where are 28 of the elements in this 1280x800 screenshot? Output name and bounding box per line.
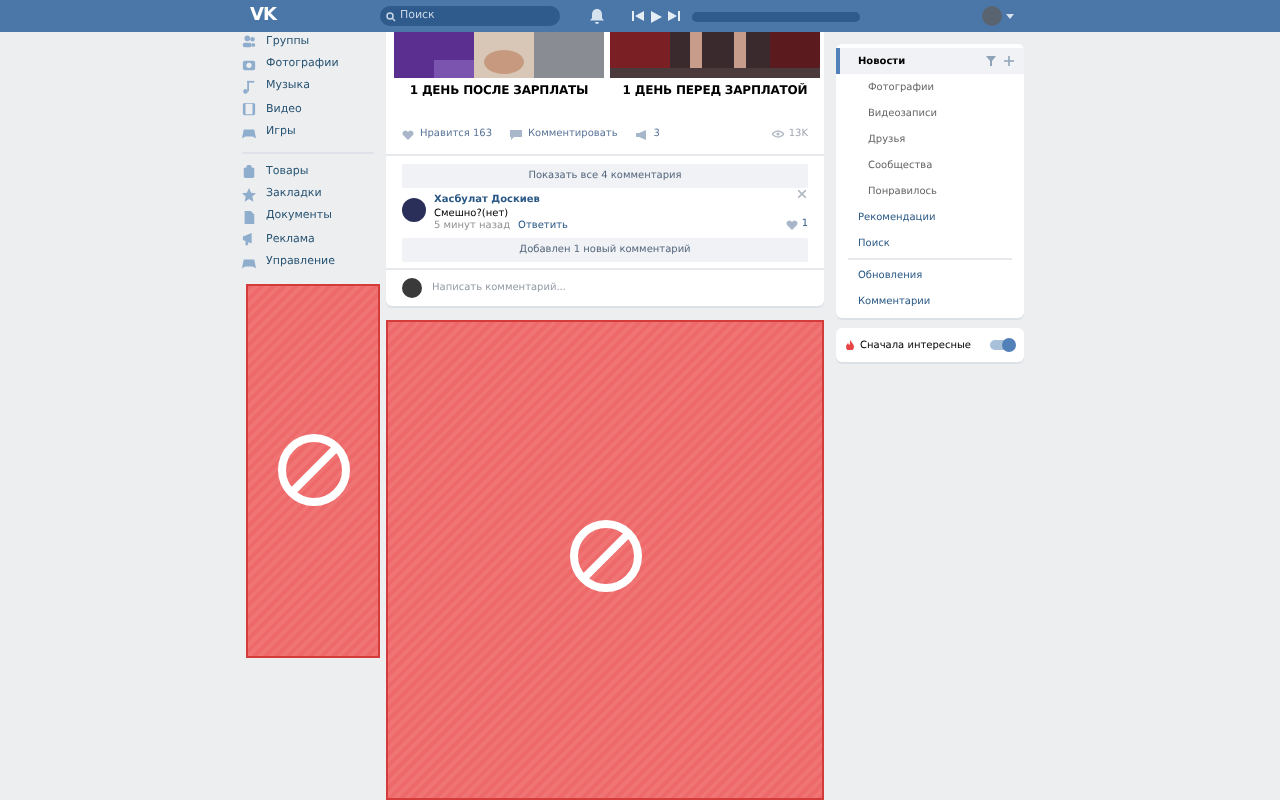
megaphone-icon: [635, 129, 648, 139]
toggle-switch[interactable]: [990, 340, 1014, 350]
ban-icon: [565, 515, 645, 595]
comment-like-icon: [785, 219, 798, 229]
search-icon: [385, 11, 396, 21]
add-icon[interactable]: [1004, 56, 1014, 66]
documents-icon: [242, 209, 256, 224]
speech-bubble-icon: [510, 129, 522, 139]
video-icon: [242, 102, 256, 117]
bell-icon[interactable]: [589, 8, 604, 24]
caret-icon[interactable]: [1005, 13, 1014, 19]
flame-icon: [846, 340, 854, 350]
eye-icon: [772, 130, 785, 138]
heart-icon: [402, 129, 414, 139]
photos-icon: [242, 57, 256, 72]
commenter-avatar[interactable]: [402, 198, 426, 222]
bookmarks-icon: [242, 187, 256, 202]
games-icon: [242, 125, 256, 140]
groups-icon: [242, 34, 256, 49]
next-icon[interactable]: [667, 10, 680, 22]
music-icon: [242, 79, 256, 94]
play-icon[interactable]: [649, 9, 662, 23]
logo[interactable]: VK: [250, 6, 276, 26]
goods-icon: [242, 164, 256, 179]
user-avatar: [402, 278, 422, 298]
ban-icon: [273, 430, 353, 511]
previous-icon[interactable]: [631, 10, 644, 22]
filter-icon[interactable]: [986, 56, 996, 66]
